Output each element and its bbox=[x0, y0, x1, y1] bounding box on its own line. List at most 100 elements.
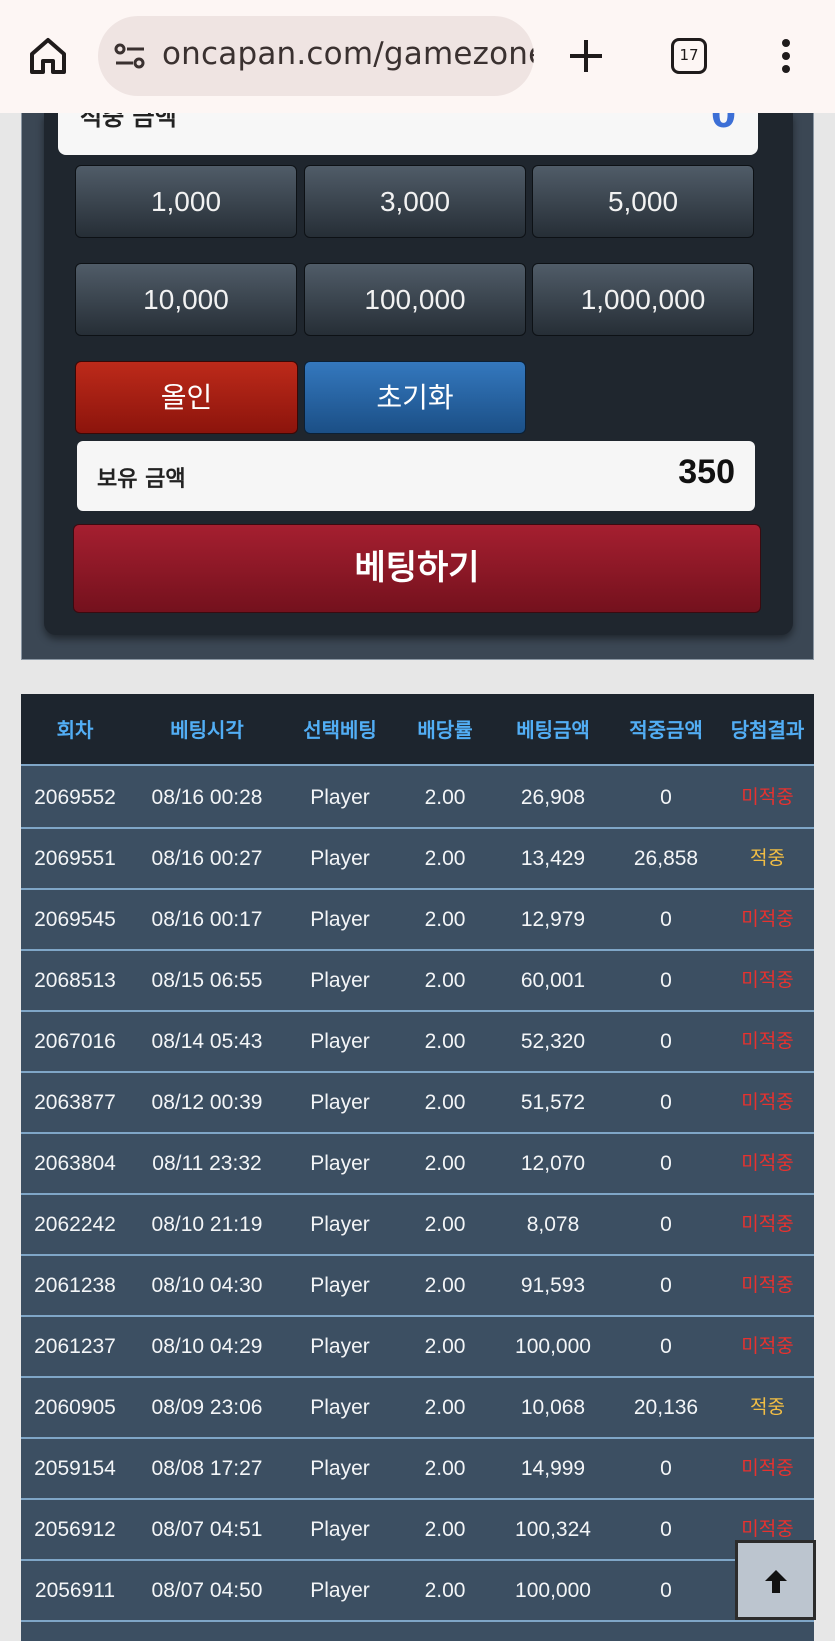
header-bet-time: 베팅시각 bbox=[170, 718, 244, 742]
cell-selection: Player bbox=[310, 1335, 370, 1358]
cell-win-amount: 0 bbox=[660, 1457, 672, 1480]
table-row: 2067016 08/14 05:43 Player 2.00 52,320 0 미적중 bbox=[21, 1012, 814, 1073]
header-odds: 배당률 bbox=[417, 718, 473, 742]
header-round: 회차 bbox=[56, 718, 94, 742]
cell-round: 2060905 bbox=[34, 1396, 116, 1419]
cell-win-amount: 0 bbox=[660, 1030, 672, 1053]
cell-bet-time: 08/12 00:39 bbox=[151, 1091, 263, 1114]
cell-bet-time: 08/14 05:43 bbox=[151, 1030, 263, 1053]
table-row: 2069551 08/16 00:27 Player 2.00 13,429 26,858… bbox=[21, 829, 814, 890]
cell-round: 2062242 bbox=[34, 1213, 116, 1236]
cell-bet-amount: 26,908 bbox=[520, 786, 586, 809]
cell-bet-time: 08/11 23:32 bbox=[152, 1152, 262, 1175]
cell-win-amount: 0 bbox=[660, 786, 672, 809]
table-row: 2060905 08/09 23:06 Player 2.00 10,068 20,136… bbox=[21, 1378, 814, 1439]
table-row: 2069552 08/16 00:28 Player 2.00 26,908 0 미적중 bbox=[21, 768, 814, 829]
all-in-button[interactable]: 올인 bbox=[75, 361, 298, 434]
cell-result: 적중 bbox=[750, 1396, 785, 1418]
cell-selection: Player bbox=[310, 908, 370, 931]
place-bet-button[interactable]: 베팅하기 bbox=[73, 524, 761, 613]
chip-button[interactable]: 1,000,000 bbox=[532, 263, 754, 336]
cell-bet-amount: 91,593 bbox=[520, 1274, 586, 1297]
cell-result: 미적중 bbox=[741, 1152, 794, 1174]
cell-selection: Player bbox=[310, 1274, 370, 1297]
cell-odds: 2.00 bbox=[424, 786, 466, 809]
table-row: 2063877 08/12 00:39 Player 2.00 51,572 0 미적중 bbox=[21, 1073, 814, 1134]
cell-odds: 2.00 bbox=[424, 1030, 466, 1053]
cell-bet-amount: 12,070 bbox=[520, 1152, 586, 1175]
cell-bet-time: 08/10 04:29 bbox=[151, 1335, 263, 1358]
chip-button[interactable]: 10,000 bbox=[75, 263, 297, 336]
more-vert-icon[interactable] bbox=[776, 38, 796, 74]
cell-result: 미적중 bbox=[741, 1091, 794, 1113]
cell-odds: 2.00 bbox=[424, 1091, 466, 1114]
cell-round: 2056911 bbox=[34, 1579, 116, 1602]
cell-result: 적중 bbox=[750, 847, 785, 869]
cell-result: 미적중 bbox=[741, 786, 794, 808]
chip-button[interactable]: 1,000 bbox=[75, 165, 297, 238]
cell-bet-amount: 52,320 bbox=[520, 1030, 586, 1053]
cell-bet-amount: 100,324 bbox=[515, 1518, 591, 1541]
tab-switcher-icon[interactable]: 17 bbox=[671, 38, 707, 74]
balance-value: 350 bbox=[678, 453, 735, 491]
cell-round: 2061237 bbox=[34, 1335, 116, 1358]
cell-win-amount: 0 bbox=[660, 1152, 672, 1175]
header-bet-amount: 베팅금액 bbox=[516, 718, 590, 742]
plus-icon[interactable] bbox=[566, 36, 606, 76]
cell-bet-time: 08/16 00:27 bbox=[151, 847, 263, 870]
chip-button[interactable]: 5,000 bbox=[532, 165, 754, 238]
cell-round: 2063877 bbox=[34, 1091, 116, 1114]
table-row: 2061238 08/10 04:30 Player 2.00 91,593 0 미적중 bbox=[21, 1256, 814, 1317]
cell-bet-amount: 12,979 bbox=[520, 908, 586, 931]
chip-button[interactable]: 100,000 bbox=[304, 263, 526, 336]
cell-selection: Player bbox=[310, 1213, 370, 1236]
cell-selection: Player bbox=[310, 1152, 370, 1175]
cell-win-amount: 0 bbox=[660, 1091, 672, 1114]
address-bar[interactable]: oncapan.com/gamezone bbox=[98, 16, 534, 96]
table-row: 2069545 08/16 00:17 Player 2.00 12,979 0 미적중 bbox=[21, 890, 814, 951]
tune-icon[interactable] bbox=[114, 42, 146, 70]
cell-round: 2067016 bbox=[34, 1030, 116, 1053]
balance-label: 보유 금액 bbox=[97, 467, 186, 492]
cell-selection: Player bbox=[310, 847, 370, 870]
cell-odds: 2.00 bbox=[424, 1396, 466, 1419]
cell-win-amount: 20,136 bbox=[633, 1396, 699, 1419]
cell-bet-time: 08/10 04:30 bbox=[151, 1274, 263, 1297]
cell-odds: 2.00 bbox=[424, 1579, 466, 1602]
header-selection: 선택베팅 bbox=[303, 718, 377, 742]
cell-odds: 2.00 bbox=[424, 969, 466, 992]
cell-bet-amount: 10,068 bbox=[520, 1396, 586, 1419]
cell-win-amount: 26,858 bbox=[633, 847, 699, 870]
cell-selection: Player bbox=[310, 786, 370, 809]
url-text[interactable]: oncapan.com/gamezone bbox=[162, 36, 534, 72]
chip-button[interactable]: 3,000 bbox=[304, 165, 526, 238]
cell-selection: Player bbox=[310, 1457, 370, 1480]
cell-selection: Player bbox=[310, 969, 370, 992]
scroll-top-button[interactable] bbox=[735, 1540, 816, 1620]
cell-odds: 2.00 bbox=[424, 1213, 466, 1236]
cell-round: 2061238 bbox=[34, 1274, 116, 1297]
win-amount-value: 0 bbox=[710, 113, 736, 136]
cell-bet-amount: 100,000 bbox=[515, 1579, 591, 1602]
cell-result: 미적중 bbox=[741, 908, 794, 930]
home-icon[interactable] bbox=[28, 36, 68, 76]
cell-bet-amount: 60,001 bbox=[520, 969, 586, 992]
cell-result: 미적중 bbox=[741, 1213, 794, 1235]
cell-win-amount: 0 bbox=[660, 1335, 672, 1358]
cell-result: 미적중 bbox=[741, 1457, 794, 1479]
browser-toolbar: oncapan.com/gamezone 17 bbox=[0, 0, 835, 113]
table-row: 2056912 08/07 04:51 Player 2.00 100,324 0 미적중 bbox=[21, 1500, 814, 1561]
reset-button[interactable]: 초기화 bbox=[304, 361, 526, 434]
cell-win-amount: 0 bbox=[660, 1579, 672, 1602]
win-amount-box: 적중 금액 0 bbox=[58, 113, 758, 155]
table-row: 2062242 08/10 21:19 Player 2.00 8,078 0 미적중 bbox=[21, 1195, 814, 1256]
cell-selection: Player bbox=[310, 1579, 370, 1602]
cell-bet-time: 08/16 00:17 bbox=[151, 908, 263, 931]
cell-win-amount: 0 bbox=[660, 1274, 672, 1297]
table-row: 2061237 08/10 04:29 Player 2.00 100,000 0 미적중 bbox=[21, 1317, 814, 1378]
table-row: 205691108/07 04:50Player2.00100,0000미적중 bbox=[21, 1561, 814, 1622]
cell-result: 미적중 bbox=[741, 969, 794, 991]
cell-bet-amount: 13,429 bbox=[520, 847, 586, 870]
cell-odds: 2.00 bbox=[424, 1274, 466, 1297]
cell-odds: 2.00 bbox=[424, 1518, 466, 1541]
